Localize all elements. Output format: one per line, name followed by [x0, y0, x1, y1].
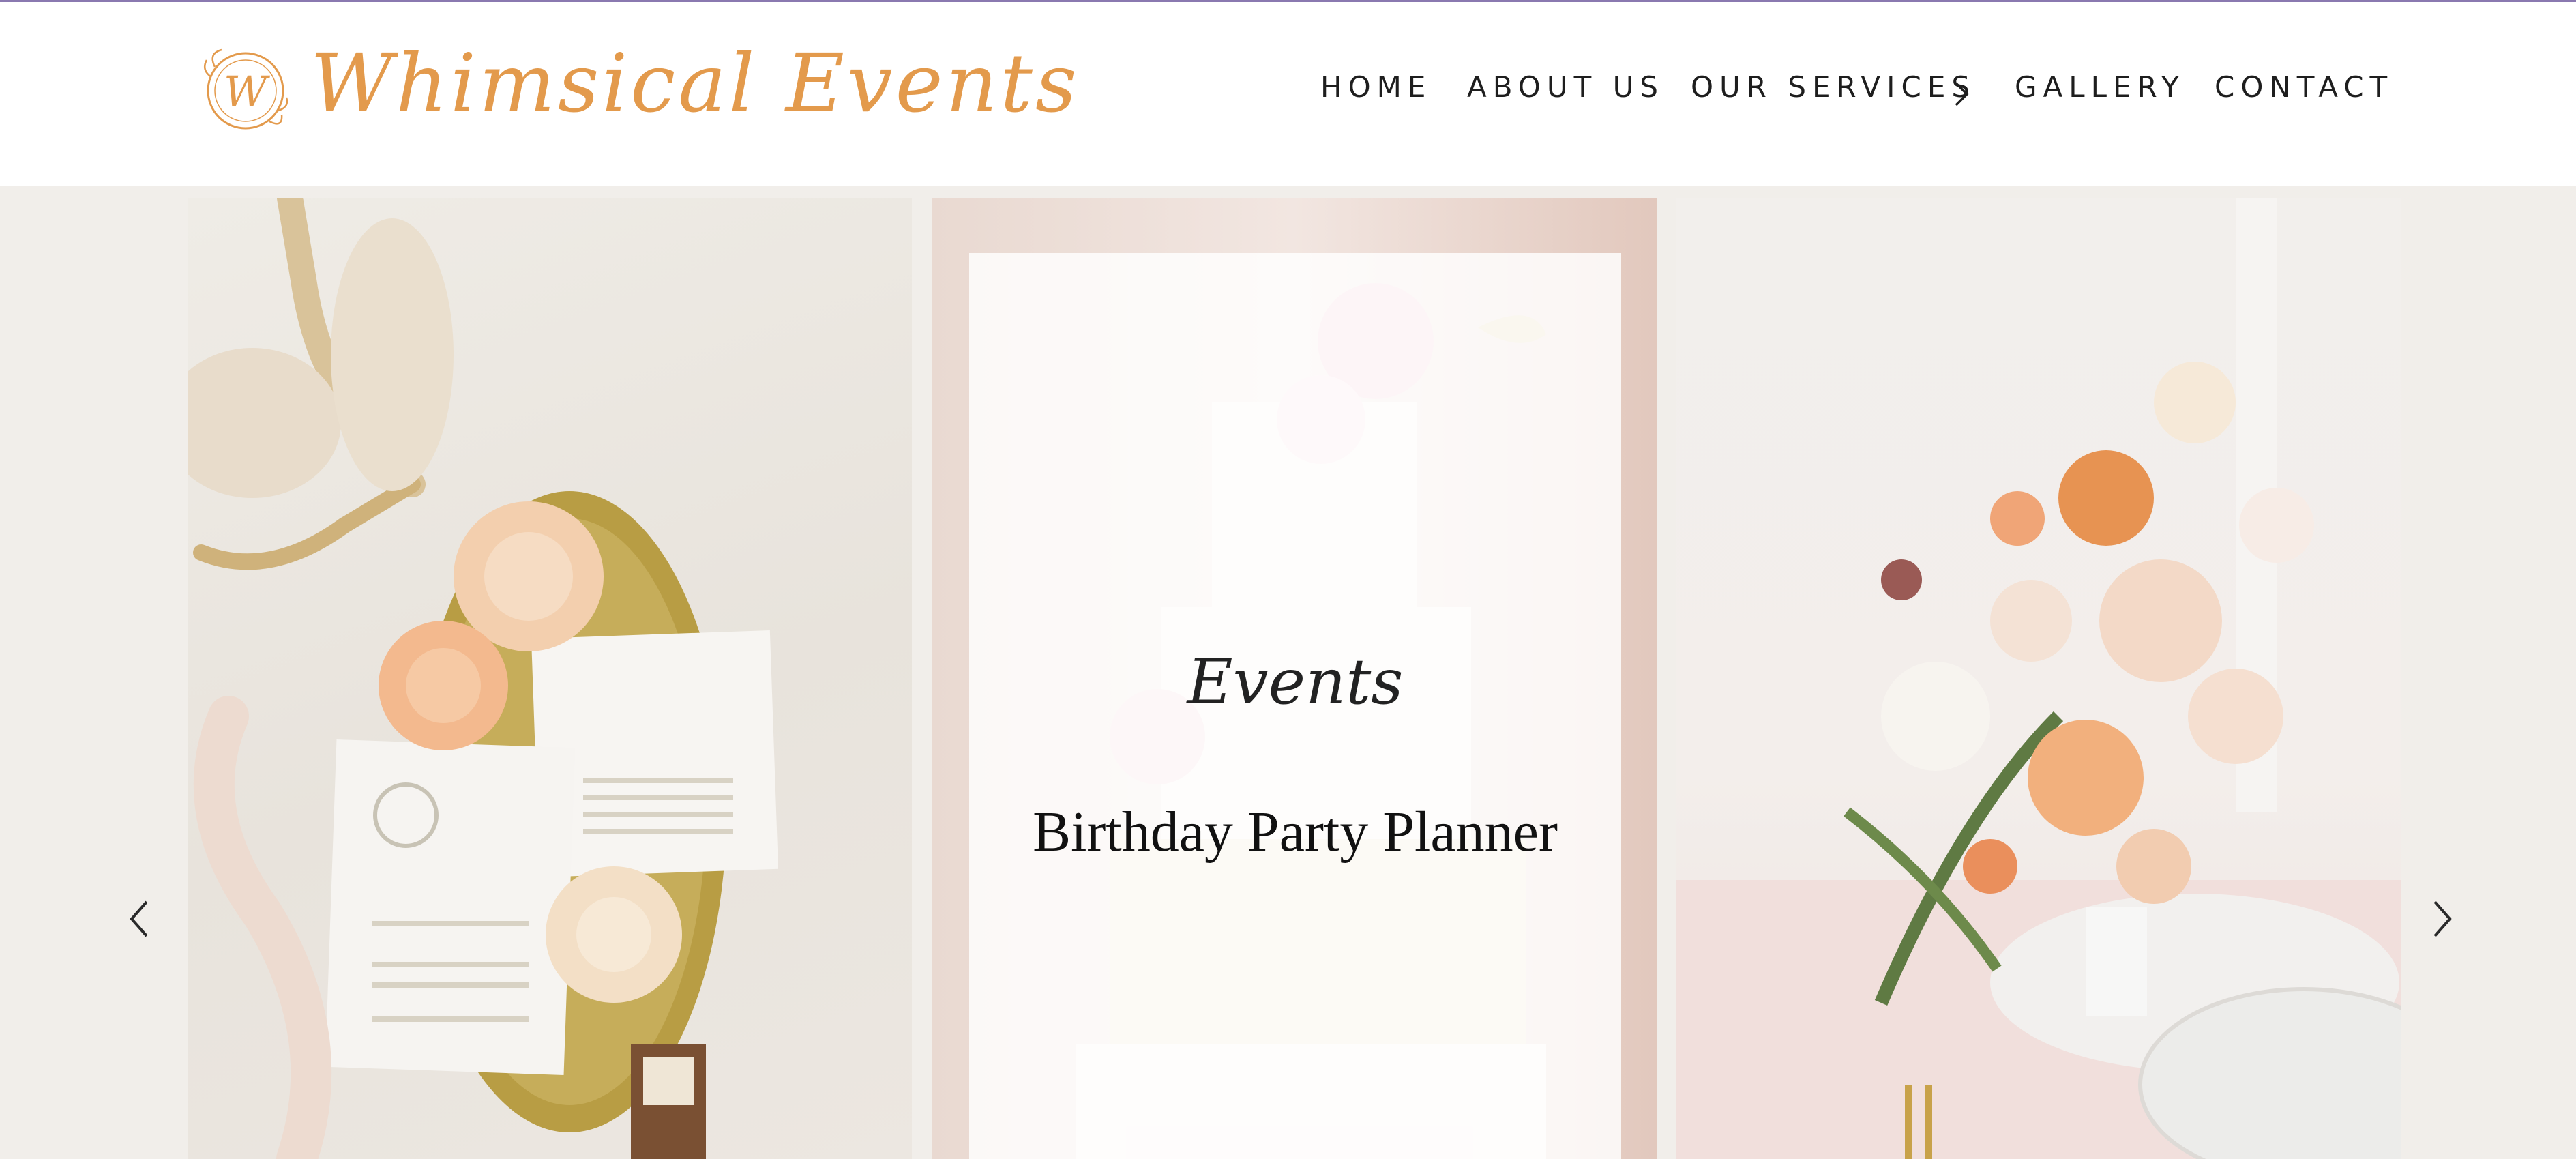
- chevron-right-icon[interactable]: [1951, 80, 1971, 108]
- image-slider: Events Birthday Party Planner: [0, 186, 2576, 1159]
- nav-our-services[interactable]: OUR SERVICES: [1691, 70, 1976, 104]
- invitation-flatlay-image: [188, 198, 779, 1159]
- slide-floral-centerpiece[interactable]: [1676, 198, 2401, 1159]
- nav-contact[interactable]: CONTACT: [2215, 70, 2393, 104]
- nav-gallery[interactable]: GALLERY: [2015, 70, 2185, 104]
- floral-centerpiece-image: [1676, 198, 2401, 1159]
- slide-birthday-party-planner[interactable]: Events Birthday Party Planner: [932, 198, 1657, 1159]
- slide-script-label: Events: [1187, 645, 1404, 718]
- main-nav: HOME ABOUT US OUR SERVICES GALLERY CONTA…: [0, 70, 2576, 118]
- slide-invitation[interactable]: [188, 198, 912, 1159]
- slide-title[interactable]: Birthday Party Planner: [969, 799, 1621, 865]
- nav-about-us[interactable]: ABOUT US: [1467, 70, 1664, 104]
- slide-caption-card: Events Birthday Party Planner: [969, 253, 1621, 1159]
- chevron-right-icon[interactable]: [2428, 898, 2455, 939]
- nav-home[interactable]: HOME: [1320, 70, 1432, 104]
- chevron-left-icon[interactable]: [126, 898, 153, 939]
- site-header: W Whimsical Events HOME ABOUT US OUR SER…: [0, 2, 2576, 186]
